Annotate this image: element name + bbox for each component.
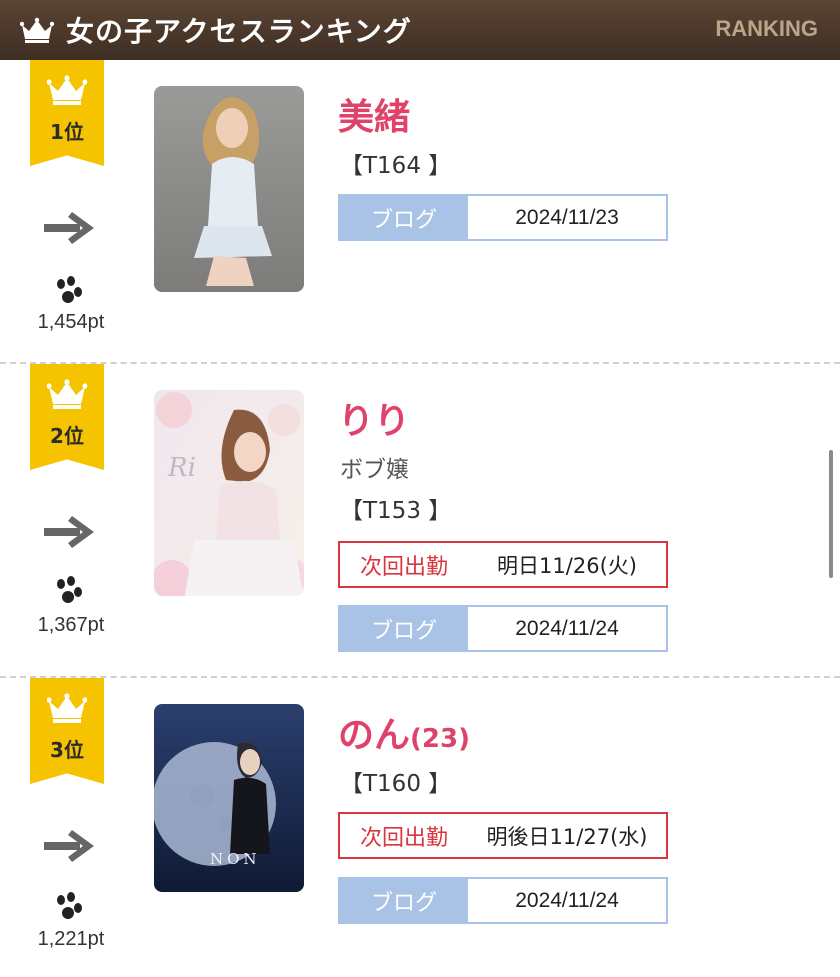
crown-icon <box>47 379 87 409</box>
height-info: 【T160 】 <box>340 771 452 797</box>
svg-text:NON: NON <box>210 850 261 868</box>
blog-link[interactable]: ブログ 2024/11/24 <box>338 605 668 652</box>
blog-date: 2024/11/24 <box>515 616 619 640</box>
divider <box>0 362 840 364</box>
blog-date: 2024/11/24 <box>515 888 619 912</box>
blog-label: ブログ <box>340 607 468 650</box>
blog-link[interactable]: ブログ 2024/11/23 <box>338 194 668 241</box>
header-subtitle: RANKING <box>715 16 818 41</box>
arrow-right-icon <box>44 830 94 862</box>
divider <box>0 676 840 678</box>
svg-text:Ri: Ri <box>167 453 196 483</box>
blog-link[interactable]: ブログ 2024/11/24 <box>338 877 668 924</box>
crown-icon <box>47 75 87 105</box>
crown-icon <box>47 693 87 723</box>
next-shift-box: 次回出勤 明日11/26(火) <box>338 541 668 588</box>
ranking-header: 女の子アクセスランキング RANKING <box>0 0 840 60</box>
arrow-right-icon <box>44 212 94 244</box>
profile-photo[interactable]: Ri <box>154 390 304 596</box>
next-shift-label: 次回出勤 <box>359 825 448 851</box>
next-shift-value: 明後日11/27(水) <box>486 824 648 849</box>
profile-photo[interactable] <box>154 86 304 292</box>
points-value: 1,367pt <box>37 614 105 636</box>
scrollbar[interactable] <box>829 450 833 578</box>
girl-age: (23) <box>410 724 470 754</box>
rank-label: 1位 <box>50 120 84 144</box>
next-shift-box: 次回出勤 明後日11/27(水) <box>338 812 668 859</box>
paw-icon <box>57 892 82 919</box>
arrow-right-icon <box>44 516 94 548</box>
rank-badge: 2位 <box>30 364 104 470</box>
girl-name[interactable]: 美緒 <box>338 88 410 140</box>
header-title: 女の子アクセスランキング <box>66 15 412 48</box>
blog-label: ブログ <box>340 196 468 239</box>
crown-icon <box>20 17 54 43</box>
height-info: 【T164 】 <box>340 153 452 179</box>
points-value: 1,454pt <box>37 311 105 333</box>
rank-badge: 1位 <box>30 60 104 166</box>
girl-name[interactable]: のん(23) <box>338 706 470 758</box>
rank-badge: 3位 <box>30 678 104 784</box>
points-value: 1,221pt <box>37 928 105 950</box>
style-tag: ボブ嬢 <box>340 457 409 483</box>
next-shift-label: 次回出勤 <box>359 554 448 580</box>
profile-photo[interactable]: NON <box>154 704 304 892</box>
height-info: 【T153 】 <box>340 498 452 524</box>
next-shift-value: 明日11/26(火) <box>497 553 637 578</box>
paw-icon <box>57 576 82 603</box>
blog-date: 2024/11/23 <box>515 205 619 229</box>
rank-label: 2位 <box>50 424 84 448</box>
paw-icon <box>57 276 82 303</box>
blog-label: ブログ <box>340 879 468 922</box>
rank-label: 3位 <box>50 738 84 762</box>
girl-name[interactable]: りり <box>338 392 410 444</box>
